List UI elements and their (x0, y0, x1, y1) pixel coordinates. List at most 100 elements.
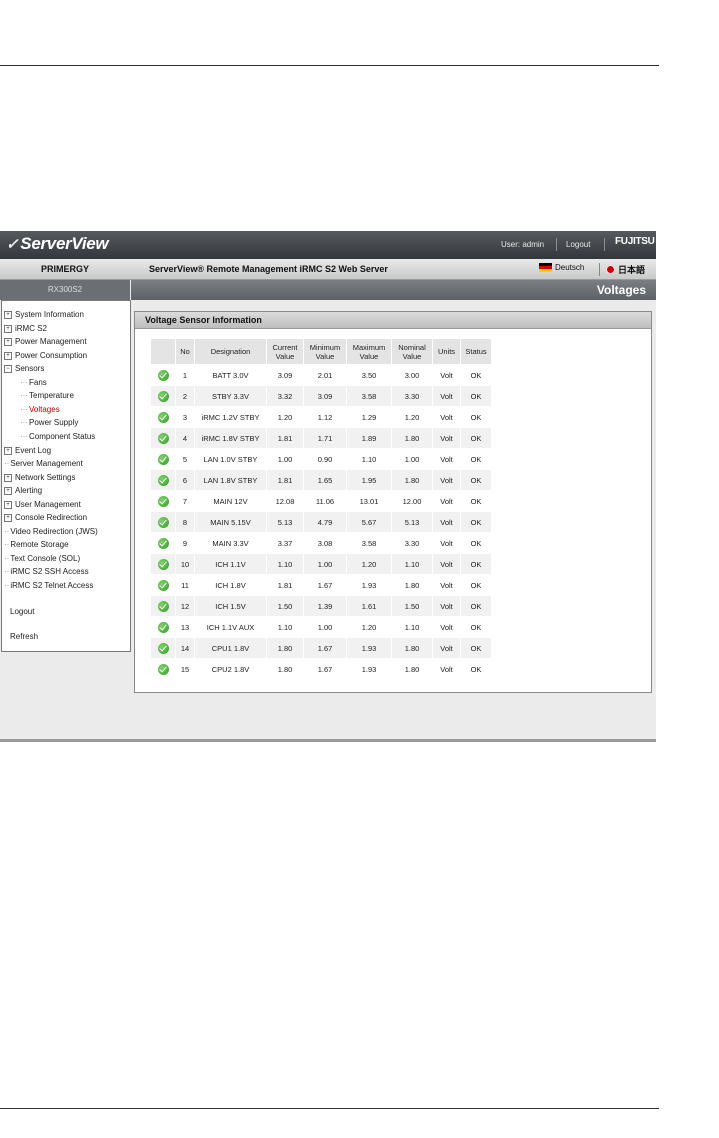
cell-designation: BATT 3.0V (194, 364, 267, 386)
sidebar-item-remote-storage[interactable]: ·· Remote Storage (4, 540, 69, 549)
cell-minimum: 4.79 (303, 511, 347, 533)
cell-units: Volt (432, 616, 461, 638)
cell-minimum: 1.00 (303, 616, 347, 638)
plus-box-icon[interactable]: + (4, 446, 12, 455)
cell-maximum: 1.89 (346, 427, 392, 449)
cell-status: OK (460, 385, 492, 407)
status-cell (151, 427, 176, 449)
plus-box-icon[interactable]: + (4, 513, 12, 522)
sidebar-item-text-console[interactable]: ·· Text Console (SOL) (4, 554, 80, 563)
status-ok-icon (157, 579, 169, 591)
cell-maximum: 1.93 (346, 574, 392, 596)
cell-minimum: 3.09 (303, 385, 347, 407)
column-header-nominal-value: Nominal Value (391, 339, 433, 365)
sidebar-item-ssh-access[interactable]: ·· iRMC S2 SSH Access (4, 567, 89, 576)
language-japanese-link[interactable]: 日本語 (606, 263, 645, 276)
sidebar-item-voltages[interactable]: ··· Voltages (20, 405, 60, 414)
plus-box-icon[interactable]: + (4, 324, 12, 333)
cell-maximum: 1.93 (346, 658, 392, 679)
sidebar-logout[interactable]: Logout (10, 607, 34, 616)
sidebar-item-alerting[interactable]: + Alerting (4, 486, 42, 495)
sidebar-refresh[interactable]: Refresh (10, 632, 38, 641)
plus-box-icon[interactable]: + (4, 500, 12, 509)
cell-status: OK (460, 658, 492, 679)
table-row: 3 iRMC 1.2V STBY 1.20 1.12 1.29 1.20 Volt OK (151, 406, 492, 428)
cell-nominal: 5.13 (391, 511, 433, 533)
sidebar-item-video-redirection[interactable]: ·· Video Redirection (JWS) (4, 527, 98, 536)
plus-box-icon[interactable]: + (4, 337, 12, 346)
cell-current: 1.81 (266, 427, 304, 449)
sidebar-item-fans[interactable]: ··· Fans (20, 378, 47, 387)
cell-minimum: 1.67 (303, 658, 347, 679)
cell-no: 8 (175, 511, 195, 533)
sidebar-item-temperature[interactable]: ··· Temperature (20, 391, 74, 400)
table-row: 15 CPU2 1.8V 1.80 1.67 1.93 1.80 Volt OK (151, 658, 492, 679)
status-cell (151, 385, 176, 407)
cell-minimum: 1.00 (303, 553, 347, 575)
cell-status: OK (460, 511, 492, 533)
sidebar-item-component-status[interactable]: ··· Component Status (20, 432, 95, 441)
status-cell (151, 406, 176, 428)
sidebar-item-user-management[interactable]: + User Management (4, 500, 81, 509)
sidebar-item-console-redirection[interactable]: + Console Redirection (4, 513, 87, 522)
cell-designation: MAIN 12V (194, 490, 267, 512)
sidebar-item-server-management[interactable]: ·· Server Management (4, 459, 83, 468)
table-row: 5 LAN 1.0V STBY 1.00 0.90 1.10 1.00 Volt OK (151, 448, 492, 470)
table-row: 10 ICH 1.1V 1.10 1.00 1.20 1.10 Volt OK (151, 553, 492, 575)
status-cell (151, 364, 176, 386)
cell-maximum: 3.58 (346, 532, 392, 554)
cell-units: Volt (432, 658, 461, 679)
cell-designation: MAIN 3.3V (194, 532, 267, 554)
sidebar-item-system-information[interactable]: + System Information (4, 310, 84, 319)
cell-current: 3.32 (266, 385, 304, 407)
cell-status: OK (460, 448, 492, 470)
plus-box-icon[interactable]: + (4, 486, 12, 495)
cell-designation: ICH 1.1V (194, 553, 267, 575)
plus-box-icon[interactable]: + (4, 473, 12, 482)
sidebar-item-irmc-s2[interactable]: + iRMC S2 (4, 324, 47, 333)
sensor-table-body: 1 BATT 3.0V 3.09 2.01 3.50 3.00 Volt OK 2 STBY 3.… (151, 364, 492, 679)
cell-nominal: 1.80 (391, 658, 433, 679)
cell-maximum: 1.20 (346, 553, 392, 575)
status-ok-icon (157, 432, 169, 444)
cell-no: 15 (175, 658, 195, 679)
cell-units: Volt (432, 448, 461, 470)
table-row: 7 MAIN 12V 12.08 11.06 13.01 12.00 Volt OK (151, 490, 492, 512)
table-row: 14 CPU1 1.8V 1.80 1.67 1.93 1.80 Volt OK (151, 637, 492, 659)
sidebar-item-telnet-access[interactable]: ·· iRMC S2 Telnet Access (4, 581, 93, 590)
fujitsu-logo: FUJITSU (615, 236, 655, 247)
cell-current: 1.80 (266, 637, 304, 659)
cell-no: 4 (175, 427, 195, 449)
minus-box-icon[interactable]: − (4, 364, 12, 373)
cell-designation: LAN 1.0V STBY (194, 448, 267, 470)
cell-status: OK (460, 637, 492, 659)
cell-current: 5.13 (266, 511, 304, 533)
language-german-link[interactable]: Deutsch (539, 263, 584, 272)
status-ok-icon (157, 558, 169, 570)
status-cell (151, 616, 176, 638)
sidebar-item-power-consumption[interactable]: + Power Consumption (4, 351, 87, 360)
cell-nominal: 3.30 (391, 385, 433, 407)
language-divider (599, 263, 600, 276)
page-title-bar: Voltages (131, 280, 656, 300)
status-cell (151, 658, 176, 679)
sidebar-item-network-settings[interactable]: + Network Settings (4, 473, 75, 482)
voltage-sensor-table: No Designation Current Value Minimum Value… (151, 339, 492, 679)
sidebar-item-sensors[interactable]: − Sensors (4, 364, 44, 373)
cell-status: OK (460, 490, 492, 512)
cell-units: Volt (432, 511, 461, 533)
status-ok-icon (157, 474, 169, 486)
cell-minimum: 1.65 (303, 469, 347, 491)
status-cell (151, 490, 176, 512)
cell-designation: LAN 1.8V STBY (194, 469, 267, 491)
sidebar-item-power-management[interactable]: + Power Management (4, 337, 87, 346)
status-cell (151, 448, 176, 470)
plus-box-icon[interactable]: + (4, 310, 12, 319)
plus-box-icon[interactable]: + (4, 351, 12, 360)
header-logout-link[interactable]: Logout (566, 240, 590, 249)
sidebar-item-power-supply[interactable]: ··· Power Supply (20, 418, 78, 427)
cell-current: 1.50 (266, 595, 304, 617)
status-ok-icon (157, 369, 169, 381)
cell-no: 13 (175, 616, 195, 638)
sidebar-item-event-log[interactable]: + Event Log (4, 446, 51, 455)
